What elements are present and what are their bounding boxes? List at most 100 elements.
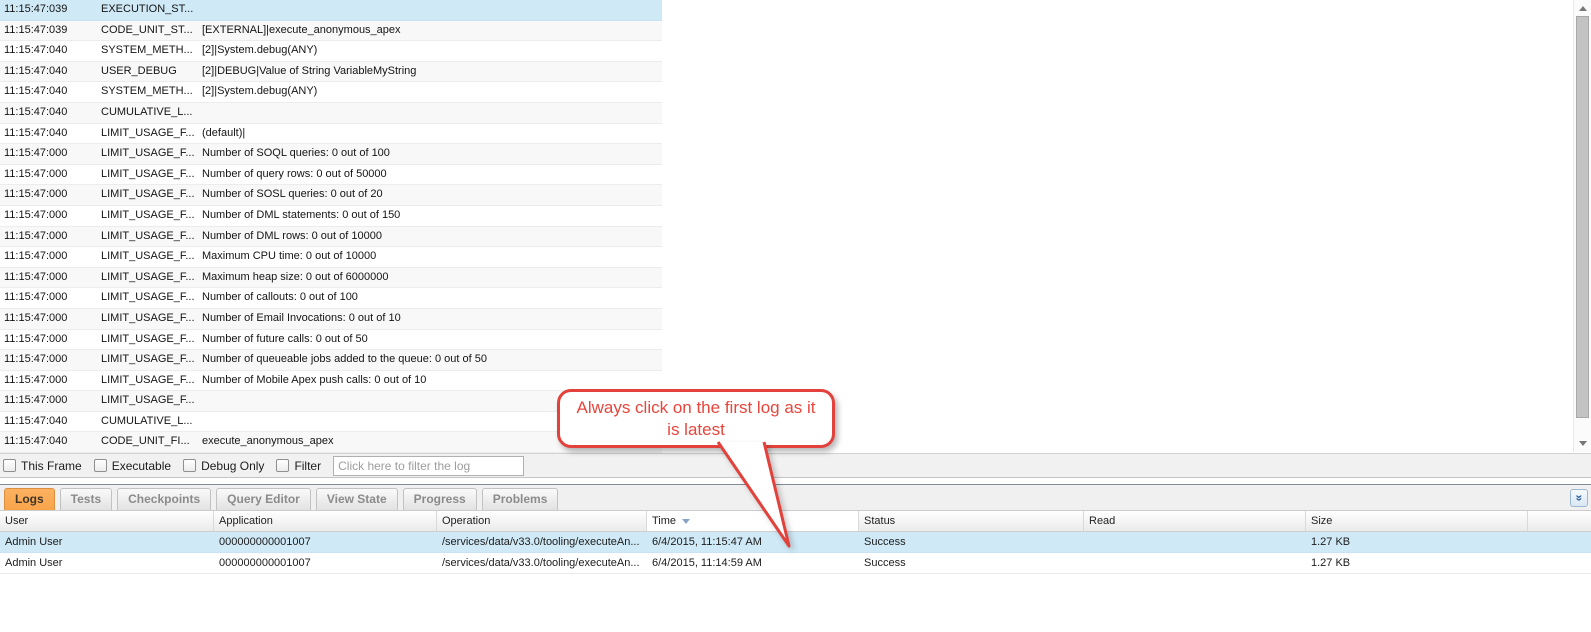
log-event-type: EXECUTION_ST... xyxy=(97,0,198,20)
cell-user: Admin User xyxy=(0,553,214,573)
cell-filler xyxy=(1528,532,1591,552)
log-row[interactable]: 11:15:47:000LIMIT_USAGE_F...Maximum heap… xyxy=(0,268,662,289)
table-row[interactable]: Admin User000000000001007/services/data/… xyxy=(0,553,1591,574)
log-details: Maximum heap size: 0 out of 6000000 xyxy=(198,268,662,288)
log-row[interactable]: 11:15:47:000LIMIT_USAGE_F...Number of qu… xyxy=(0,165,662,186)
log-details: (default)| xyxy=(198,124,662,144)
scrollbar-thumb[interactable] xyxy=(1576,16,1589,418)
log-row[interactable]: 11:15:47:000LIMIT_USAGE_F...Number of qu… xyxy=(0,350,662,371)
cell-time: 6/4/2015, 11:14:59 AM xyxy=(647,553,859,573)
log-event-type: LIMIT_USAGE_F... xyxy=(97,350,198,370)
log-timestamp: 11:15:47:000 xyxy=(0,288,97,308)
log-event-type: LIMIT_USAGE_F... xyxy=(97,309,198,329)
log-timestamp: 11:15:47:000 xyxy=(0,309,97,329)
chevron-double-down-icon: » xyxy=(1573,495,1585,502)
scroll-down-icon[interactable] xyxy=(1579,441,1587,446)
filter-checkbox-executable[interactable]: Executable xyxy=(94,459,171,473)
checkbox-icon[interactable] xyxy=(276,459,289,472)
log-timestamp: 11:15:47:000 xyxy=(0,247,97,267)
log-event-panel: 11:15:47:039EXECUTION_ST...11:15:47:039C… xyxy=(0,0,1591,453)
developer-console-log-view: 11:15:47:039EXECUTION_ST...11:15:47:039C… xyxy=(0,0,1591,632)
vertical-scrollbar[interactable] xyxy=(1573,0,1591,452)
log-event-grid: 11:15:47:039EXECUTION_ST...11:15:47:039C… xyxy=(0,0,662,453)
log-event-type: CODE_UNIT_ST... xyxy=(97,21,198,41)
filter-checkbox-filter[interactable]: Filter xyxy=(276,459,321,473)
log-filter-input[interactable] xyxy=(333,456,524,476)
log-row[interactable]: 11:15:47:040SYSTEM_METH...[2]|System.deb… xyxy=(0,82,662,103)
tab-checkpoints[interactable]: Checkpoints xyxy=(117,488,211,510)
log-details: Number of SOQL queries: 0 out of 100 xyxy=(198,144,662,164)
column-header-user[interactable]: User xyxy=(0,511,214,531)
log-event-type: LIMIT_USAGE_F... xyxy=(97,185,198,205)
log-event-type: USER_DEBUG xyxy=(97,62,198,82)
filter-checkbox-debug-only[interactable]: Debug Only xyxy=(183,459,264,473)
callout-tail xyxy=(700,441,810,553)
log-event-type: LIMIT_USAGE_F... xyxy=(97,227,198,247)
log-timestamp: 11:15:47:040 xyxy=(0,103,97,123)
filter-checkbox-this-frame[interactable]: This Frame xyxy=(3,459,82,473)
log-event-type: LIMIT_USAGE_F... xyxy=(97,268,198,288)
log-row[interactable]: 11:15:47:000LIMIT_USAGE_F...Number of ca… xyxy=(0,288,662,309)
tab-tests[interactable]: Tests xyxy=(60,488,112,510)
log-row[interactable]: 11:15:47:040CUMULATIVE_L... xyxy=(0,103,662,124)
log-event-type: CUMULATIVE_L... xyxy=(97,103,198,123)
checkbox-icon[interactable] xyxy=(3,459,16,472)
log-event-type: CUMULATIVE_L... xyxy=(97,412,198,432)
tab-query-editor[interactable]: Query Editor xyxy=(216,488,311,510)
log-timestamp: 11:15:47:040 xyxy=(0,82,97,102)
column-header-application[interactable]: Application xyxy=(214,511,437,531)
log-row[interactable]: 11:15:47:000LIMIT_USAGE_F...Number of SO… xyxy=(0,144,662,165)
log-row[interactable]: 11:15:47:000LIMIT_USAGE_F...Number of DM… xyxy=(0,206,662,227)
log-row[interactable]: 11:15:47:040USER_DEBUG[2]|DEBUG|Value of… xyxy=(0,62,662,83)
column-header-operation[interactable]: Operation xyxy=(437,511,647,531)
callout-bubble: Always click on the first log as it is l… xyxy=(557,389,835,448)
tab-logs[interactable]: Logs xyxy=(4,488,55,510)
log-row[interactable]: 11:15:47:040LIMIT_USAGE_F...(default)| xyxy=(0,124,662,145)
cell-read xyxy=(1084,532,1306,552)
log-event-type: LIMIT_USAGE_F... xyxy=(97,165,198,185)
cell-application: 000000000001007 xyxy=(214,553,437,573)
cell-size: 1.27 KB xyxy=(1306,532,1528,552)
log-row[interactable]: 11:15:47:040SYSTEM_METH...[2]|System.deb… xyxy=(0,41,662,62)
checkbox-icon[interactable] xyxy=(94,459,107,472)
log-timestamp: 11:15:47:000 xyxy=(0,185,97,205)
log-row[interactable]: 11:15:47:000LIMIT_USAGE_F...Number of DM… xyxy=(0,227,662,248)
tab-problems[interactable]: Problems xyxy=(482,488,559,510)
log-event-type: SYSTEM_METH... xyxy=(97,82,198,102)
column-header-read[interactable]: Read xyxy=(1084,511,1306,531)
log-details: [2]|System.debug(ANY) xyxy=(198,41,662,61)
log-row[interactable]: 11:15:47:000LIMIT_USAGE_F...Maximum CPU … xyxy=(0,247,662,268)
log-details: Number of DML statements: 0 out of 150 xyxy=(198,206,662,226)
log-row[interactable]: 11:15:47:000LIMIT_USAGE_F...Number of fu… xyxy=(0,330,662,351)
cell-status: Success xyxy=(859,553,1084,573)
checkbox-icon[interactable] xyxy=(183,459,196,472)
cell-application: 000000000001007 xyxy=(214,532,437,552)
tab-progress[interactable]: Progress xyxy=(403,488,477,510)
log-timestamp: 11:15:47:040 xyxy=(0,124,97,144)
log-timestamp: 11:15:47:000 xyxy=(0,268,97,288)
log-details: Number of Email Invocations: 0 out of 10 xyxy=(198,309,662,329)
cell-size: 1.27 KB xyxy=(1306,553,1528,573)
log-row[interactable]: 11:15:47:039CODE_UNIT_ST...[EXTERNAL]|ex… xyxy=(0,21,662,42)
log-row[interactable]: 11:15:47:000LIMIT_USAGE_F...Number of Mo… xyxy=(0,371,662,392)
cell-status: Success xyxy=(859,532,1084,552)
log-details: Number of query rows: 0 out of 50000 xyxy=(198,165,662,185)
log-details: Number of queueable jobs added to the qu… xyxy=(198,350,662,370)
log-row[interactable]: 11:15:47:000LIMIT_USAGE_F...Number of SO… xyxy=(0,185,662,206)
sort-desc-icon xyxy=(682,519,690,524)
checkbox-label: Executable xyxy=(112,459,171,473)
log-details xyxy=(198,0,662,20)
collapse-panel-button[interactable]: » xyxy=(1570,489,1588,507)
log-row[interactable]: 11:15:47:039EXECUTION_ST... xyxy=(0,0,662,21)
tab-view-state[interactable]: View State xyxy=(316,488,398,510)
callout-text: Always click on the first log as it is l… xyxy=(560,397,832,441)
log-timestamp: 11:15:47:000 xyxy=(0,165,97,185)
log-row[interactable]: 11:15:47:000LIMIT_USAGE_F...Number of Em… xyxy=(0,309,662,330)
log-details: Number of Mobile Apex push calls: 0 out … xyxy=(198,371,662,391)
log-timestamp: 11:15:47:040 xyxy=(0,432,97,452)
scroll-up-icon[interactable] xyxy=(1579,6,1587,11)
log-details: Maximum CPU time: 0 out of 10000 xyxy=(198,247,662,267)
column-header-size[interactable]: Size xyxy=(1306,511,1528,531)
log-details: [2]|System.debug(ANY) xyxy=(198,82,662,102)
column-header-status[interactable]: Status xyxy=(859,511,1084,531)
